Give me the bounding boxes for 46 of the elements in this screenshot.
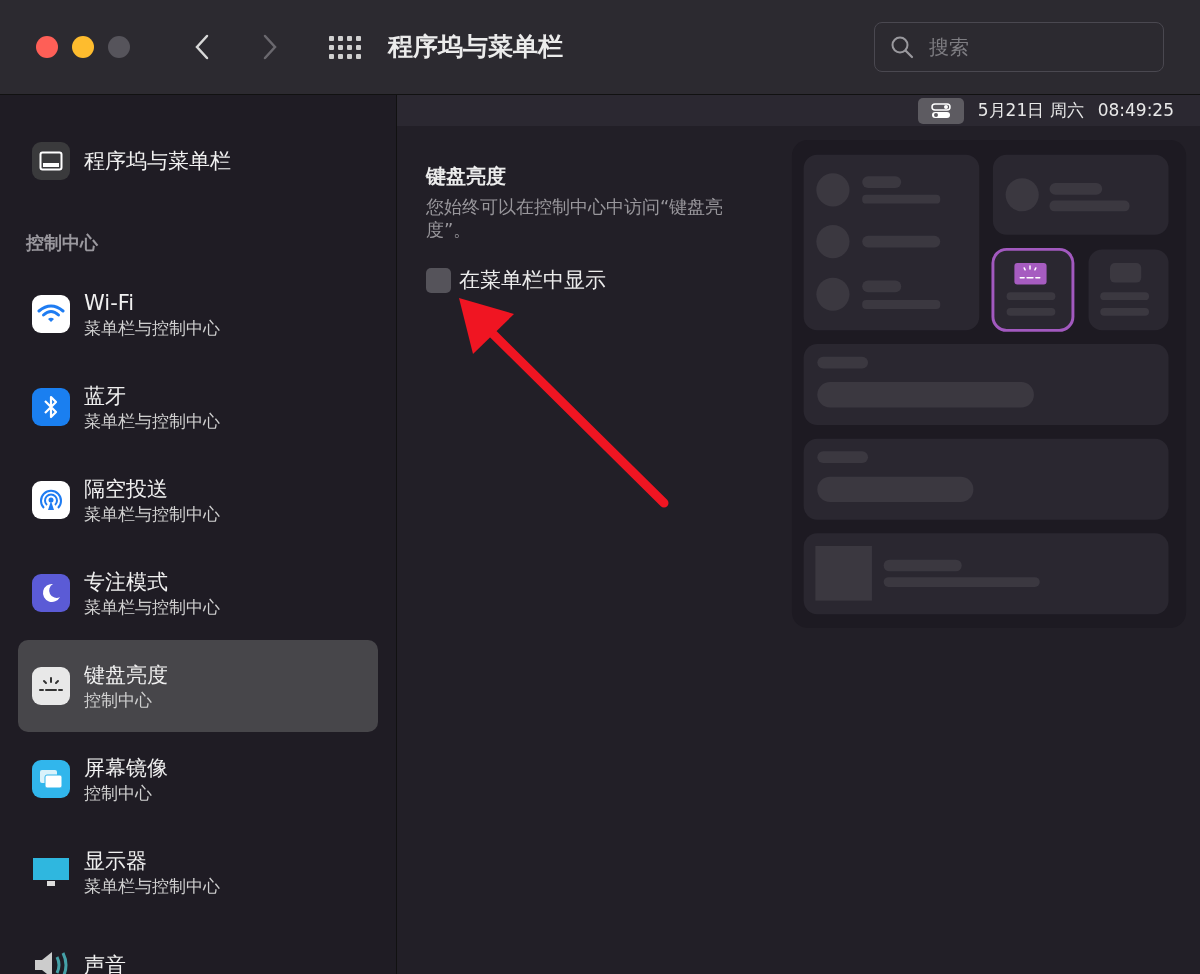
sidebar-item[interactable]: 声音 [18,919,378,974]
section-heading: 控制中心 [26,231,99,255]
item-subtitle: 菜单栏与控制中心 [84,316,220,339]
menu-bar-date: 5月21日 周六 [977,98,1084,122]
item-title: 显示器 [84,847,148,875]
sidebar-item[interactable]: Wi-Fi 菜单栏与控制中心 [18,268,378,360]
item-subtitle: 菜单栏与控制中心 [84,595,220,618]
menu-bar-time: 08:49:25 [1097,98,1174,122]
close-button[interactable] [36,36,58,58]
sidebar-item[interactable]: 蓝牙 菜单栏与控制中心 [18,361,378,453]
item-title: 蓝牙 [84,382,127,410]
item-subtitle: 菜单栏与控制中心 [84,409,220,432]
item-subtitle: 菜单栏与控制中心 [84,874,220,897]
item-title: 隔空投送 [84,475,169,503]
item-title: Wi-Fi [84,289,136,317]
sidebar-item[interactable]: 程序坞与菜单栏 [18,115,378,207]
item-subtitle: 菜单栏与控制中心 [84,502,220,525]
keyboard-brightness-icon [32,667,70,705]
item-title: 程序坞与菜单栏 [84,147,231,175]
sidebar-item[interactable]: 专注模式 菜单栏与控制中心 [18,547,378,639]
section-title: 键盘亮度 [426,163,507,190]
sidebar-item[interactable]: 显示器 菜单栏与控制中心 [18,826,378,918]
dock-icon [32,142,70,180]
moon-icon [32,574,70,612]
checkbox[interactable] [426,268,451,294]
grid-icon[interactable] [328,35,362,59]
item-title: 专注模式 [84,568,169,596]
sidebar-item[interactable]: 屏幕镜像 控制中心 [18,733,378,825]
checkbox-label: 在菜单栏中显示 [459,267,606,294]
minimize-button[interactable] [72,36,94,58]
wifi-icon [32,295,70,333]
item-title: 声音 [84,951,126,974]
sidebar-item[interactable]: 键盘亮度 控制中心 [18,640,378,732]
item-title: 键盘亮度 [84,661,168,689]
item-subtitle: 控制中心 [84,688,153,711]
sidebar-item[interactable]: 隔空投送 菜单栏与控制中心 [18,454,378,546]
control-center-icon [917,97,964,124]
search-icon [890,35,914,59]
item-subtitle: 控制中心 [84,781,153,804]
search-field[interactable]: 搜索 [874,22,1164,72]
window-title: 程序坞与菜单栏 [388,31,563,64]
section-description: 您始终可以在控制中心中访问“键盘亮度”。 [426,195,725,241]
item-title: 屏幕镜像 [84,754,168,782]
concentric-rings-icon [32,481,70,519]
bluetooth-icon [32,388,70,426]
screens-icon [32,760,70,798]
